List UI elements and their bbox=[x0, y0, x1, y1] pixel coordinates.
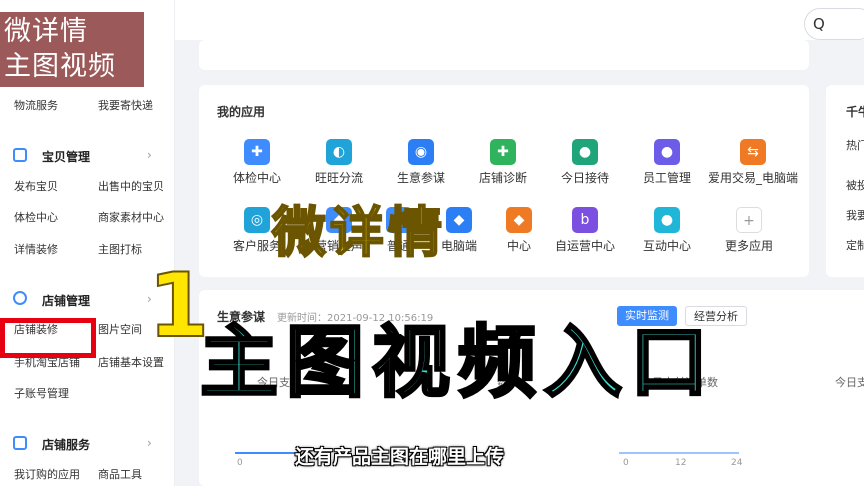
section-title-service[interactable]: 店铺服务 bbox=[42, 436, 90, 453]
top-card bbox=[199, 40, 809, 70]
store-management-icon bbox=[13, 291, 27, 305]
app-more[interactable]: + 更多应用 bbox=[699, 207, 799, 254]
chevron-right-icon[interactable]: › bbox=[147, 148, 152, 162]
sidebar-link-sub-account[interactable]: 子账号管理 bbox=[14, 385, 69, 401]
right-panel-item[interactable]: 被投 bbox=[846, 177, 864, 193]
plus-icon: + bbox=[736, 207, 762, 233]
trade-icon: ⇆ bbox=[740, 139, 766, 165]
chevron-right-icon[interactable]: › bbox=[147, 436, 152, 450]
sidebar-link-detail-decor[interactable]: 详情装修 bbox=[14, 241, 58, 257]
person-icon: ● bbox=[572, 139, 598, 165]
app-icon: ◆ bbox=[506, 207, 532, 233]
staff-icon: ● bbox=[654, 139, 680, 165]
stethoscope-icon: ✚ bbox=[244, 139, 270, 165]
trend-line bbox=[235, 452, 295, 454]
sidebar-link-publish[interactable]: 发布宝贝 bbox=[14, 178, 58, 194]
axis-tick: 0 bbox=[237, 458, 243, 468]
right-panel-item[interactable]: 我要 bbox=[846, 207, 864, 223]
right-panel-title: 千牛 bbox=[846, 105, 864, 119]
people-icon: ● bbox=[654, 207, 680, 233]
axis-tick: 0 bbox=[623, 458, 629, 468]
trend-line bbox=[619, 452, 739, 454]
b-icon: b bbox=[572, 207, 598, 233]
sidebar-link-image-space[interactable]: 图片空间 bbox=[98, 321, 142, 337]
compass-icon: ◉ bbox=[408, 139, 434, 165]
medkit-icon: ✚ bbox=[490, 139, 516, 165]
overlay-title-teal: 主图视频入口 bbox=[198, 317, 717, 410]
right-panel-item[interactable]: 热门 bbox=[846, 137, 864, 153]
sidebar-link-material[interactable]: 商家素材中心 bbox=[98, 209, 164, 225]
chat-split-icon: ◐ bbox=[326, 139, 352, 165]
axis-tick: 12 bbox=[675, 458, 687, 468]
watermark-logo: 微详情 主图视频 bbox=[0, 12, 144, 87]
search-box[interactable]: Q bbox=[804, 8, 864, 40]
sidebar-link-send-express[interactable]: 我要寄快递 bbox=[98, 97, 153, 113]
right-panel: 千牛 热门 被投 我要 定制 bbox=[826, 85, 864, 277]
service-icon: ◎ bbox=[244, 207, 270, 233]
section-title-product[interactable]: 宝贝管理 bbox=[42, 148, 90, 165]
app-aiyong-trade[interactable]: ⇆ 爱用交易_电脑端 bbox=[699, 139, 807, 186]
section-title-store[interactable]: 店铺管理 bbox=[42, 292, 90, 309]
apps-card-title: 我的应用 bbox=[217, 105, 266, 119]
watermark-line2: 主图视频 bbox=[4, 51, 116, 82]
watermark-line1: 微详情 bbox=[4, 16, 88, 47]
store-decor-highlight-box bbox=[0, 318, 96, 358]
sidebar-link-logistics[interactable]: 物流服务 bbox=[14, 97, 58, 113]
store-service-icon bbox=[13, 436, 27, 450]
video-subtitle: 还有产品主图在哪里上传 bbox=[295, 446, 505, 468]
product-management-icon bbox=[13, 148, 27, 162]
overlay-title-yellow: 微详情 bbox=[271, 200, 446, 265]
metric-label: 今日支 bbox=[835, 376, 864, 389]
right-panel-item[interactable]: 定制 bbox=[846, 237, 864, 253]
sidebar-link-checkup[interactable]: 体检中心 bbox=[14, 209, 58, 225]
sidebar-link-product-tools[interactable]: 商品工具 bbox=[98, 466, 142, 482]
search-icon[interactable]: Q bbox=[813, 15, 825, 33]
sidebar-link-my-apps[interactable]: 我订购的应用 bbox=[14, 466, 80, 482]
sidebar-link-on-sale[interactable]: 出售中的宝贝 bbox=[98, 178, 164, 194]
sidebar-link-main-image-tag[interactable]: 主图打标 bbox=[98, 241, 142, 257]
axis-tick: 24 bbox=[731, 458, 743, 468]
